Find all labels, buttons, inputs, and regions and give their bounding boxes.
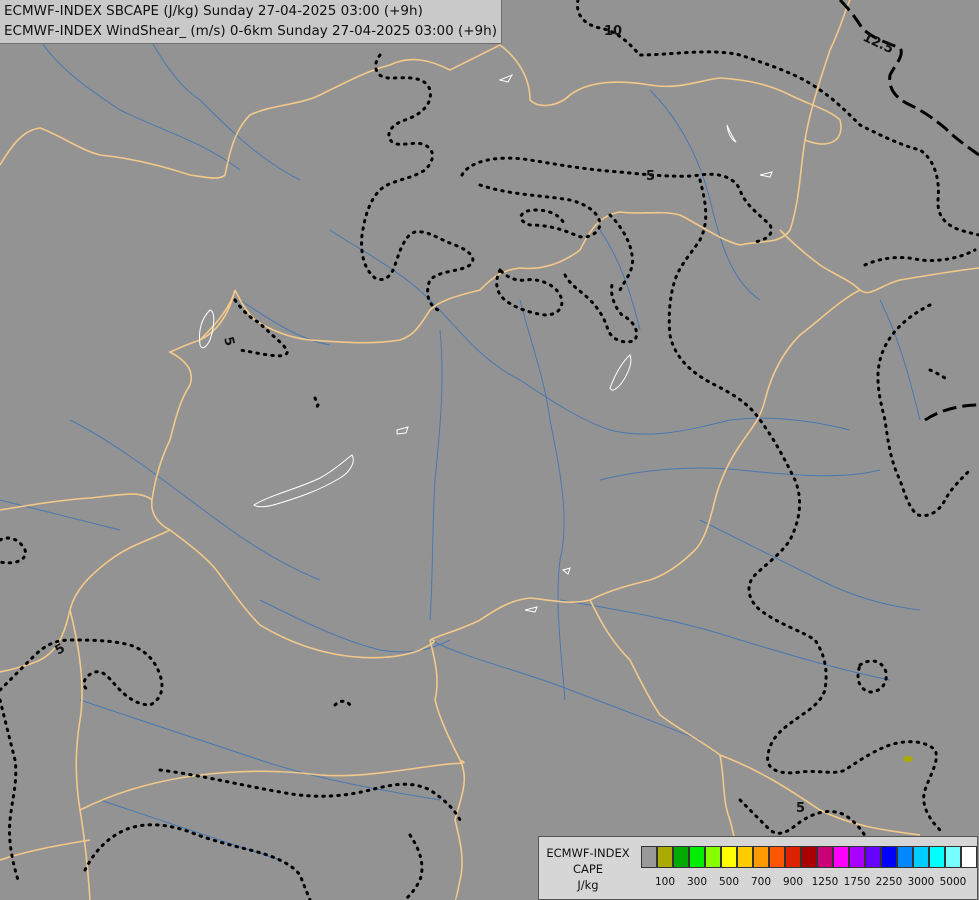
cape-patch bbox=[903, 756, 913, 762]
legend-swatch bbox=[929, 846, 945, 868]
legend-title-line: J/kg bbox=[577, 878, 599, 892]
legend-swatch bbox=[849, 846, 865, 868]
legend-swatch bbox=[769, 846, 785, 868]
legend-title: ECMWF-INDEX CAPE J/kg bbox=[543, 845, 633, 893]
header-title-windshear: ECMWF-INDEX WindShear_ (m/s) 0-6km Sunda… bbox=[4, 23, 497, 39]
legend-swatch bbox=[721, 846, 737, 868]
legend-swatch bbox=[673, 846, 689, 868]
windshear-contours bbox=[0, 0, 979, 900]
legend-swatch bbox=[913, 846, 929, 868]
windshear-contour-12-5 bbox=[838, 0, 979, 422]
legend-swatch bbox=[641, 846, 657, 868]
legend-swatch bbox=[897, 846, 913, 868]
contour-label-5-southwest: 5 bbox=[53, 641, 68, 659]
legend-swatch bbox=[737, 846, 753, 868]
legend-swatch bbox=[753, 846, 769, 868]
legend-title-line: CAPE bbox=[572, 862, 604, 876]
map-canvas: 10 12.5 5 5 5 5 bbox=[0, 0, 979, 900]
legend-tick-label: 5000 bbox=[939, 876, 967, 888]
legend-swatch bbox=[865, 846, 881, 868]
header-title-sbcape: ECMWF-INDEX SBCAPE (J/kg) Sunday 27-04-2… bbox=[4, 3, 423, 19]
legend-swatch bbox=[833, 846, 849, 868]
legend-title-line: ECMWF-INDEX bbox=[546, 846, 630, 860]
legend-swatch bbox=[705, 846, 721, 868]
legend-swatch bbox=[689, 846, 705, 868]
legend-swatch bbox=[961, 846, 977, 868]
legend-swatch bbox=[657, 846, 673, 868]
rivers bbox=[0, 0, 921, 861]
legend-swatch bbox=[881, 846, 897, 868]
legend-swatch bbox=[785, 846, 801, 868]
legend-swatch bbox=[945, 846, 961, 868]
map-header: ECMWF-INDEX SBCAPE (J/kg) Sunday 27-04-2… bbox=[0, 0, 502, 44]
lakes bbox=[199, 73, 773, 613]
legend-swatch bbox=[801, 846, 817, 868]
contour-labels: 10 12.5 5 5 5 5 bbox=[53, 24, 896, 816]
contour-label-5-southeast: 5 bbox=[796, 801, 805, 816]
legend-swatch bbox=[817, 846, 833, 868]
cape-legend: ECMWF-INDEX CAPE J/kg 100 300 500 700 900 125… bbox=[538, 836, 978, 900]
contour-label-5-north: 5 bbox=[646, 169, 655, 184]
contour-label-5-west: 5 bbox=[220, 335, 237, 348]
contour-label-12-5: 12.5 bbox=[860, 30, 895, 57]
contour-label-10: 10 bbox=[604, 24, 622, 39]
country-borders bbox=[0, 0, 979, 900]
